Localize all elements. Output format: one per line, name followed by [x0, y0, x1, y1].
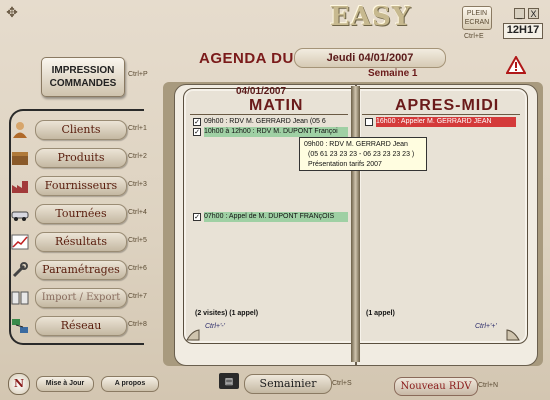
sidebar-item-parametrages[interactable]: Paramétrages Ctrl+6: [10, 260, 147, 280]
sidebar-item-label[interactable]: Produits: [35, 148, 127, 168]
semainier-button[interactable]: Semainier: [244, 374, 332, 394]
move-icon[interactable]: ✥: [4, 4, 20, 20]
tooltip-line: Présentation tarifs 2007: [308, 161, 382, 168]
car-icon: [10, 205, 30, 223]
agenda-entry[interactable]: 07h00 : Appel de M. DUPONT FRANçOIS: [204, 212, 348, 222]
sidebar-shortcut: Ctrl+2: [128, 153, 147, 160]
page-date: 04/01/2007: [236, 86, 287, 97]
nouveau-rdv-button[interactable]: Nouveau RDV: [394, 377, 478, 396]
matin-divider: [190, 114, 348, 115]
matin-title: MATIN: [249, 97, 304, 114]
plein-ecran-shortcut: Ctrl+E: [464, 33, 484, 40]
agenda-entry[interactable]: 16h00 : Appeler M. GERRARD JEAN: [376, 117, 516, 127]
impression-line1: IMPRESSION: [51, 65, 115, 76]
apres-divider: [362, 114, 520, 115]
sidebar-frame: [9, 109, 144, 345]
sidebar-shortcut: Ctrl+1: [128, 125, 147, 132]
sidebar-item-label[interactable]: Clients: [35, 120, 127, 140]
sidebar-item-tournees[interactable]: Tournées Ctrl+4: [10, 204, 147, 224]
page-forward-icon[interactable]: [506, 328, 520, 341]
sidebar-shortcut: Ctrl+6: [128, 265, 147, 272]
box-icon: [10, 149, 30, 167]
sidebar-shortcut: Ctrl+4: [128, 209, 147, 216]
book-spine: [351, 86, 360, 362]
close-button[interactable]: X: [528, 8, 539, 19]
person-icon: [10, 121, 30, 139]
semainier-shortcut: Ctrl+S: [332, 380, 352, 387]
sidebar-item-label[interactable]: Paramétrages: [35, 260, 127, 280]
entry-tooltip: 09h00 : RDV M. GERRARD Jean (05 61 23 23…: [299, 137, 427, 171]
sidebar-item-fournisseurs[interactable]: Fournisseurs Ctrl+3: [10, 176, 147, 196]
sidebar-shortcut: Ctrl+8: [128, 321, 147, 328]
matin-summary: (2 visites) (1 appel): [195, 310, 259, 317]
impression-line2: COMMANDES: [49, 78, 117, 89]
sidebar-shortcut: Ctrl+3: [128, 181, 147, 188]
nouveau-rdv-shortcut: Ctrl+N: [478, 382, 499, 389]
tooltip-line: 09h00 : RDV M. GERRARD Jean: [304, 141, 408, 148]
n-logo-button[interactable]: N: [8, 373, 30, 395]
sidebar-item-label[interactable]: Tournées: [35, 204, 127, 224]
factory-icon: [10, 177, 30, 195]
easy-app-window: ✥ EASY PLEIN ECRAN Ctrl+E _ X 12H17 AGEN…: [0, 0, 550, 400]
sidebar-item-produits[interactable]: Produits Ctrl+2: [10, 148, 147, 168]
app-logo: EASY: [330, 2, 412, 32]
sidebar-shortcut: Ctrl+7: [128, 293, 147, 300]
plein-ecran-line2: ECRAN: [464, 19, 490, 26]
entry-checkbox[interactable]: [365, 118, 373, 126]
mise-a-jour-button[interactable]: Mise à Jour: [36, 376, 94, 392]
impression-commandes-button[interactable]: IMPRESSION COMMANDES: [41, 57, 125, 97]
sidebar-item-clients[interactable]: Clients Ctrl+1: [10, 120, 147, 140]
sidebar-item-label[interactable]: Résultats: [35, 232, 127, 252]
entry-checkbox[interactable]: ✓: [193, 213, 201, 221]
transfer-icon: [10, 289, 30, 307]
next-day-shortcut[interactable]: Ctrl+'+': [475, 323, 497, 330]
network-icon: [10, 317, 30, 335]
warning-icon[interactable]: [505, 54, 527, 74]
wrench-icon: [10, 261, 30, 279]
sidebar-item-label[interactable]: Réseau: [35, 316, 127, 336]
agenda-entry[interactable]: 10h00 à 12h00 : RDV M. DUPONT Françoi: [204, 127, 348, 137]
semainier-icon[interactable]: ▤: [219, 373, 239, 389]
plein-ecran-button[interactable]: PLEIN ECRAN: [462, 6, 492, 30]
date-selector[interactable]: Jeudi 04/01/2007: [294, 48, 446, 68]
prev-day-shortcut[interactable]: Ctrl+'-': [205, 323, 225, 330]
sidebar-item-label[interactable]: Import / Export: [35, 288, 127, 308]
agenda-title: AGENDA DU: [199, 50, 294, 67]
a-propos-button[interactable]: A propos: [101, 376, 159, 392]
sidebar-shortcut: Ctrl+5: [128, 237, 147, 244]
entry-checkbox[interactable]: ✓: [193, 118, 201, 126]
agenda-entry[interactable]: 09h00 : RDV M. GERRARD Jean (05 6: [204, 117, 348, 127]
plein-ecran-line1: PLEIN: [466, 10, 488, 17]
sidebar-item-label[interactable]: Fournisseurs: [35, 176, 127, 196]
minimize-button[interactable]: _: [514, 8, 525, 19]
sidebar-item-import-export[interactable]: Import / Export Ctrl+7: [10, 288, 147, 308]
week-label: Semaine 1: [368, 68, 418, 79]
tooltip-line: (05 61 23 23 23 - 06 23 23 23 23 ): [308, 151, 415, 158]
page-back-icon[interactable]: [186, 328, 200, 341]
apres-summary: (1 appel): [366, 310, 395, 317]
sidebar-item-resultats[interactable]: Résultats Ctrl+5: [10, 232, 147, 252]
chart-icon: [10, 233, 30, 251]
impression-shortcut: Ctrl+P: [128, 71, 148, 78]
clock-display: 12H17: [503, 23, 543, 39]
apres-midi-title: APRES-MIDI: [395, 97, 500, 114]
sidebar-item-reseau[interactable]: Réseau Ctrl+8: [10, 316, 147, 336]
entry-checkbox[interactable]: ✓: [193, 128, 201, 136]
